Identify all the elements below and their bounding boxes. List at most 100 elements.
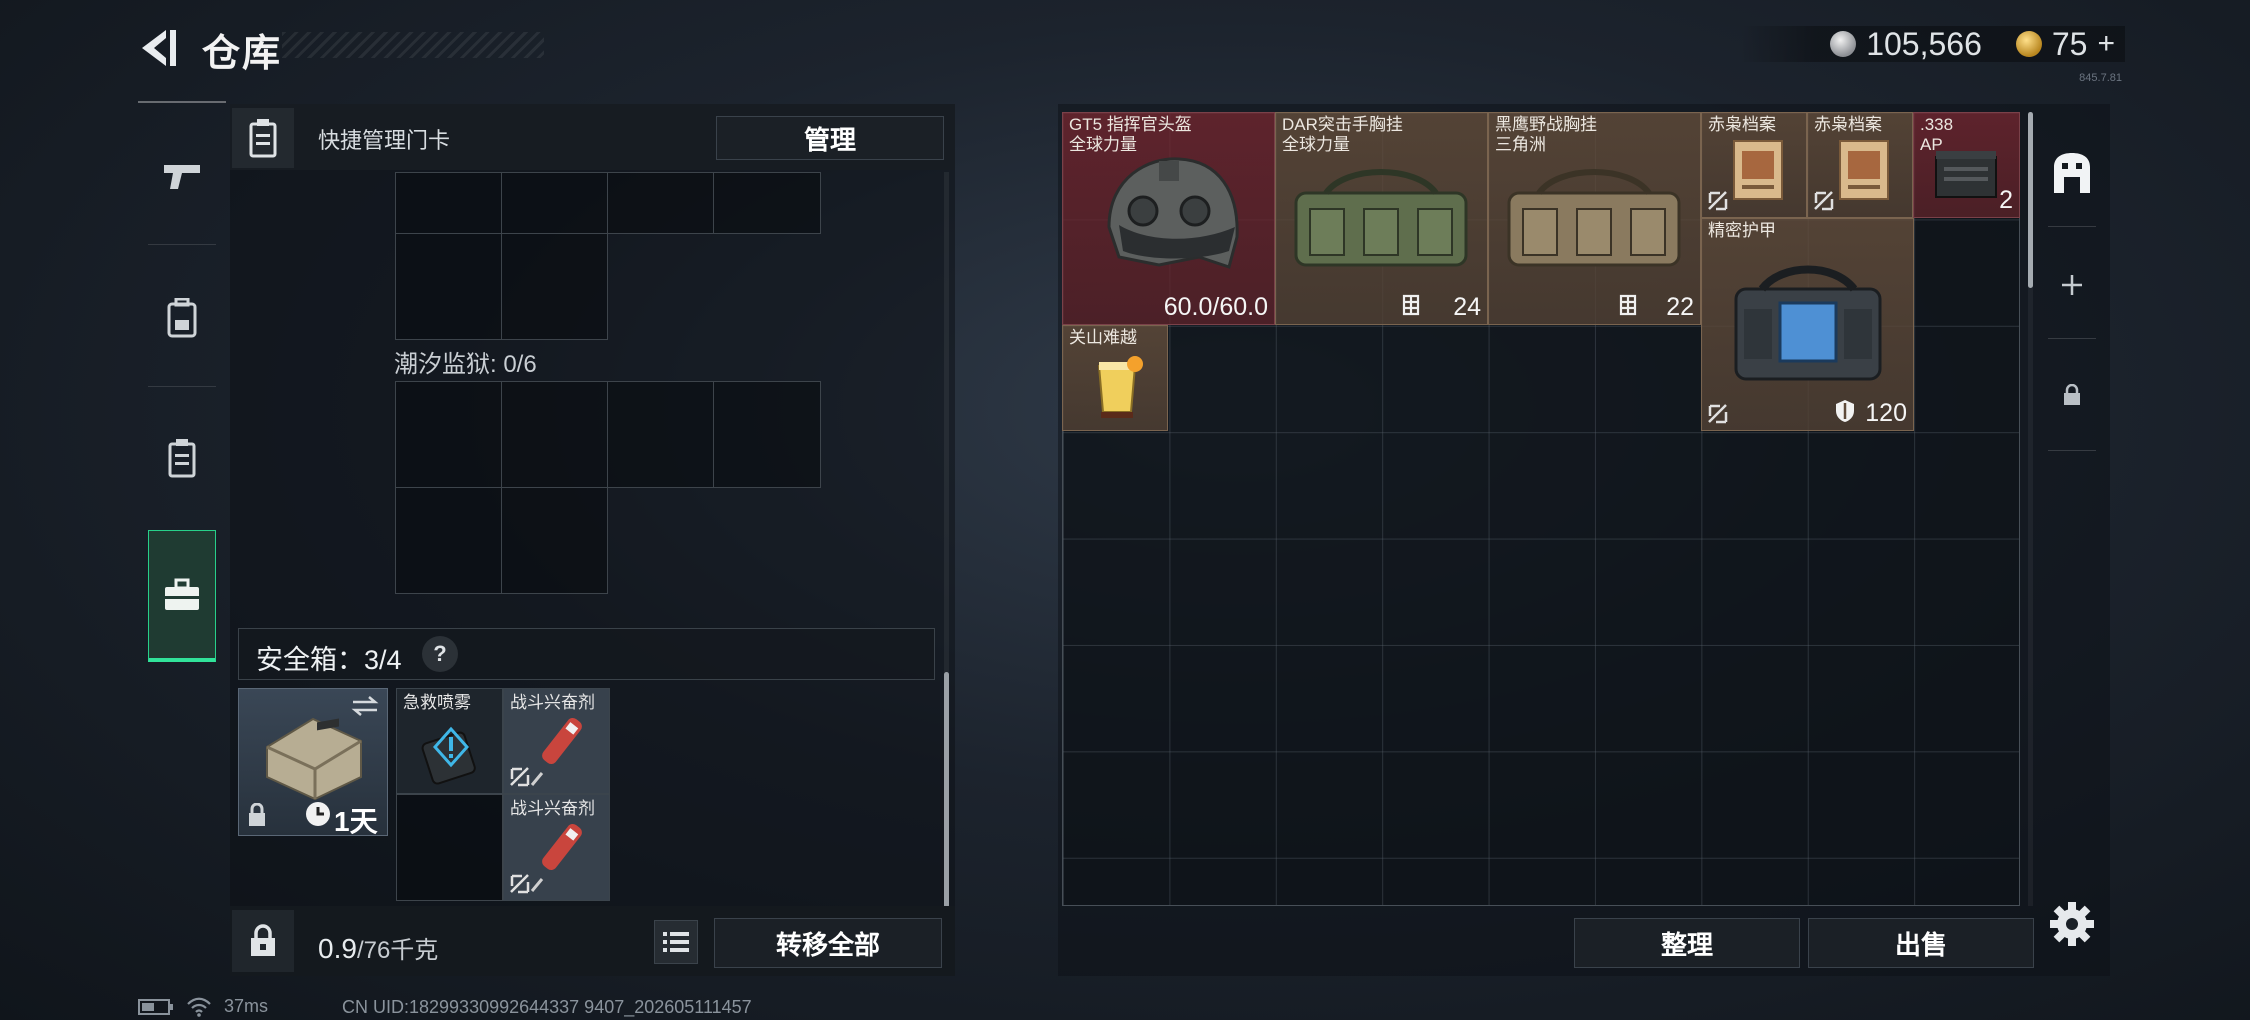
silver-amount: 105,566 <box>1866 25 1982 62</box>
silver-coin-icon <box>1830 31 1857 57</box>
item-capacity: 24 <box>1453 293 1481 321</box>
no-insure-icon <box>1814 191 1834 211</box>
swap-icon[interactable] <box>351 695 379 717</box>
loadout-scroll-thumb[interactable] <box>944 672 949 908</box>
tab-gear[interactable] <box>138 250 226 386</box>
item-name: 关山难越 <box>1069 328 1137 347</box>
gold-coin-icon <box>2015 31 2042 57</box>
stash-item-dossier[interactable]: 赤枭档案 <box>1807 112 1913 218</box>
locked-stash-page[interactable] <box>2034 340 2110 450</box>
tab-safebox[interactable] <box>148 530 216 662</box>
list-view-button[interactable] <box>654 920 698 964</box>
ping-value: 37ms <box>224 996 269 1016</box>
back-arrow-icon[interactable] <box>136 26 180 70</box>
transfer-all-button[interactable]: 转移全部 <box>714 918 942 968</box>
item-name: 战斗兴奋剂 <box>510 693 595 712</box>
side-separator <box>2048 226 2096 227</box>
stim-syringe-icon <box>530 718 582 786</box>
safe-item-stim[interactable]: 战斗兴奋剂 <box>503 688 610 794</box>
dossier-icon <box>1733 140 1783 200</box>
no-insure-icon <box>1708 404 1728 424</box>
weight-value: 0.9 <box>318 933 357 964</box>
stash-page-button[interactable] <box>2034 118 2110 228</box>
manage-keycards-button[interactable]: 管理 <box>716 116 944 160</box>
stash-item-chest-rig-dar[interactable]: DAR突击手胸挂 全球力量 24 <box>1275 112 1488 325</box>
gear-icon[interactable] <box>2046 898 2098 950</box>
ammo-box-icon <box>1935 151 1997 198</box>
no-insure-icon <box>510 767 530 787</box>
stash-item-chest-rig-blackhawk[interactable]: 黑鹰野战胸挂 三角洲 22 <box>1488 112 1701 325</box>
dossier-icon <box>1839 140 1889 200</box>
no-insure-icon <box>510 874 530 894</box>
item-name: 战斗兴奋剂 <box>510 799 595 818</box>
safe-item-stim[interactable]: 战斗兴奋剂 <box>503 794 610 901</box>
add-stash-page-button[interactable] <box>2034 230 2110 340</box>
stash-item-armor[interactable]: 精密护甲 120 <box>1701 218 1914 431</box>
keycard-manage-icon <box>232 108 294 168</box>
lock-icon <box>2064 384 2080 405</box>
gold-amount: 75 <box>2051 25 2088 62</box>
title-decoration <box>282 32 544 58</box>
safebox-case-icon <box>266 717 362 801</box>
keycard-slot[interactable] <box>607 381 714 488</box>
item-name: 黑鹰野战胸挂 三角洲 <box>1495 115 1597 154</box>
stash-item-helmet[interactable]: GT5 指挥官头盔 全球力量 60.0/60.0 <box>1062 112 1275 325</box>
first-aid-spray-icon <box>421 726 476 785</box>
helmet-icon <box>1107 157 1239 269</box>
item-armor-value: 120 <box>1865 399 1907 427</box>
chest-rig-icon <box>1507 169 1681 267</box>
keycard-slot[interactable] <box>395 172 502 234</box>
armor-vest-icon <box>1734 265 1882 381</box>
category-tabs <box>138 102 226 678</box>
stash-scroll-thumb[interactable] <box>2028 112 2033 288</box>
tab-weapons[interactable] <box>138 108 226 244</box>
keycard-slot[interactable] <box>501 172 608 234</box>
add-currency-button[interactable]: + <box>2097 27 2115 61</box>
safe-item-spray[interactable]: 急救喷雾 <box>396 688 503 794</box>
wifi-icon <box>187 997 211 1017</box>
keycard-slot[interactable] <box>501 487 608 594</box>
armor-shield-icon <box>1836 400 1854 422</box>
keycard-slot[interactable] <box>395 381 502 488</box>
keycard-icon <box>168 439 196 478</box>
safe-empty-slot[interactable] <box>396 794 503 901</box>
briefcase-icon <box>165 578 199 610</box>
keycard-slot[interactable] <box>501 381 608 488</box>
item-name: 赤枭档案 <box>1814 115 1882 134</box>
stash-item-dossier[interactable]: 赤枭档案 <box>1701 112 1807 218</box>
keycard-slot[interactable] <box>713 381 821 488</box>
prison-keycard-count: 潮汐监狱: 0/6 <box>394 351 537 378</box>
keycard-slot[interactable] <box>395 233 502 340</box>
weight-lock-icon <box>232 910 294 972</box>
stash-item-drink[interactable]: 关山难越 <box>1062 325 1168 431</box>
safebox-time-left: 1天 <box>334 806 378 837</box>
sort-button[interactable]: 整理 <box>1574 918 1800 968</box>
side-separator <box>2048 450 2096 451</box>
item-count: 2 <box>1999 186 2013 214</box>
chest-rig-icon <box>1294 169 1468 267</box>
sell-button[interactable]: 出售 <box>1808 918 2034 968</box>
list-icon <box>663 932 689 952</box>
battery-icon <box>138 998 173 1015</box>
plus-icon <box>2062 275 2082 295</box>
tab-separator <box>148 244 216 245</box>
tab-keycards[interactable] <box>138 390 226 526</box>
lock-icon <box>249 803 265 826</box>
item-capacity: 22 <box>1666 293 1694 321</box>
capacity-icon <box>1402 294 1420 316</box>
weight-capacity: /76千克 <box>356 937 439 964</box>
keycard-slot[interactable] <box>395 487 502 594</box>
carry-weight: 0.9/76千克 <box>318 930 438 965</box>
safebox-help-button[interactable]: ? <box>422 636 458 672</box>
page-title: 仓库 <box>202 33 283 75</box>
safebox-capacity: 安全箱：3/4 <box>256 645 402 675</box>
item-name: 赤枭档案 <box>1708 115 1776 134</box>
item-name: 精密护甲 <box>1708 221 1776 240</box>
player-uid: CN UID:18299330992644337 9407_2026051114… <box>342 997 752 1017</box>
item-name: DAR突击手胸挂 全球力量 <box>1282 115 1403 154</box>
keycard-slot[interactable] <box>713 172 821 234</box>
keycard-slot[interactable] <box>607 172 714 234</box>
keycard-slot[interactable] <box>501 233 608 340</box>
stash-item-ammo[interactable]: .338 AP 2 <box>1913 112 2020 218</box>
clock-icon <box>306 802 330 826</box>
